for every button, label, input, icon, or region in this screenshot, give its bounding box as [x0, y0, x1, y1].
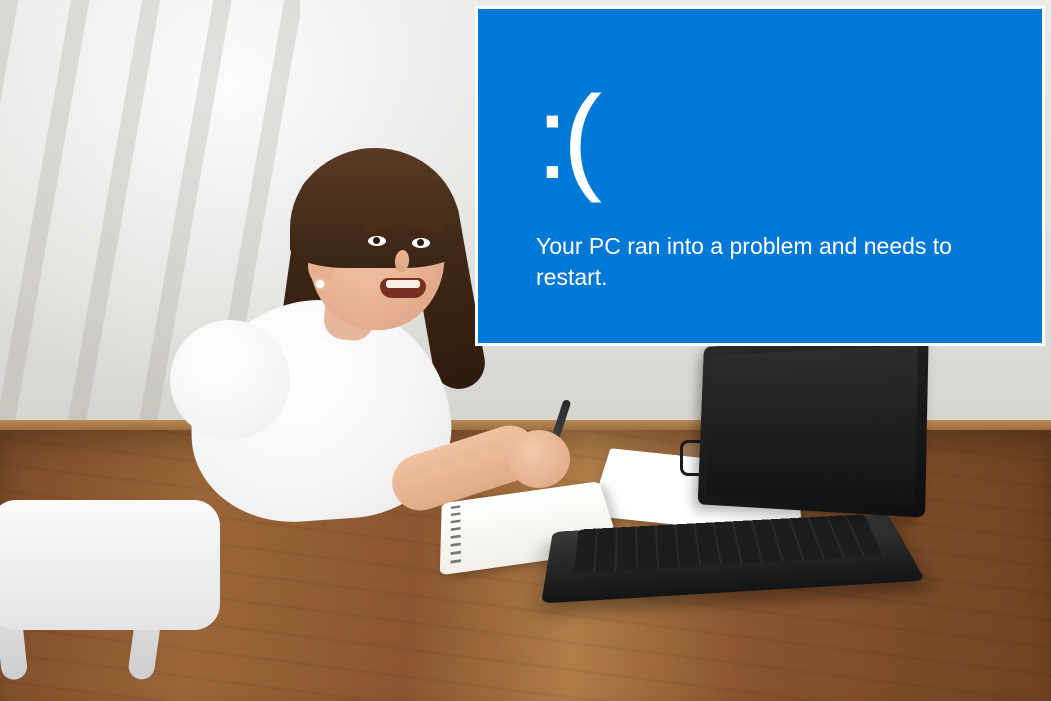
composite-image: :( Your PC ran into a problem and needs … — [0, 0, 1051, 701]
laptop — [560, 360, 940, 620]
bsod-message: Your PC ran into a problem and needs to … — [536, 231, 1012, 293]
frustrated-person — [110, 130, 530, 560]
laptop-screen — [698, 334, 929, 518]
bsod-sad-face-icon: :( — [536, 79, 1012, 197]
bsod-overlay: :( Your PC ran into a problem and needs … — [475, 6, 1045, 346]
